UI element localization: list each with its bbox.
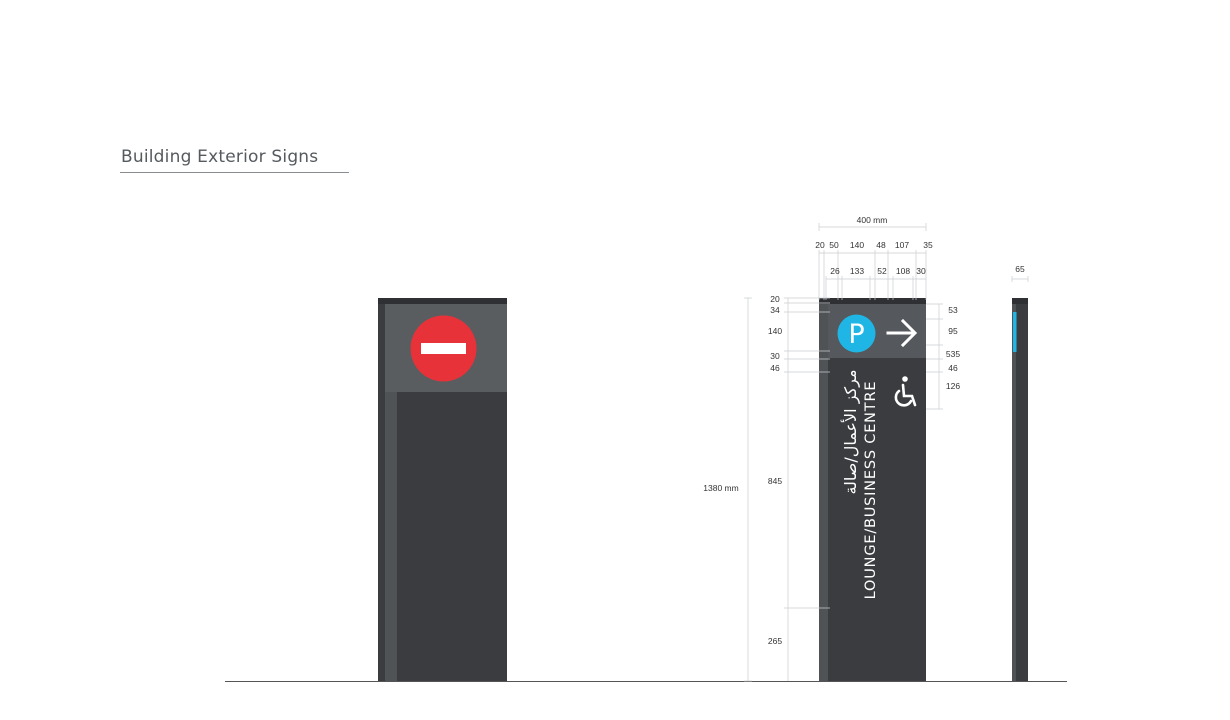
dim-right-2: 95: [948, 326, 958, 336]
dim-right-3: 535: [946, 349, 960, 359]
dim-second-4: 108: [896, 266, 910, 276]
no-entry-sign: [378, 298, 507, 681]
no-entry-icon: [410, 315, 477, 382]
dim-left-7: 265: [768, 636, 782, 646]
parking-letter: P: [848, 319, 864, 350]
sign-top-cap: [378, 298, 507, 304]
dim-right-4: 46: [948, 363, 958, 373]
dim-top-1: 20: [815, 240, 825, 250]
dim-right-1: 53: [948, 305, 958, 315]
sign-top-cap: [819, 298, 926, 304]
dim-left-2: 34: [770, 305, 780, 315]
dim-left-6: 845: [768, 476, 782, 486]
dim-height-total: 1380 mm: [703, 483, 738, 493]
dim-second-3: 52: [877, 266, 887, 276]
dim-top-4: 48: [876, 240, 886, 250]
parking-icon: P: [837, 314, 876, 353]
dim-left-5: 46: [770, 363, 780, 373]
directional-sign: P مركز الأعمال/صالة LOUNGE/BUSINESS CENT…: [819, 298, 926, 681]
dim-top-2: 50: [829, 240, 839, 250]
side-inner-edge: [1012, 304, 1016, 681]
dim-left-3: 140: [768, 326, 782, 336]
signage-drawing: P مركز الأعمال/صالة LOUNGE/BUSINESS CENT…: [225, 215, 1067, 682]
dim-top-3: 140: [850, 240, 864, 250]
dim-right-5: 126: [946, 381, 960, 391]
dim-second-1: 26: [830, 266, 840, 276]
dim-left-1: 20: [770, 294, 780, 304]
side-view-sign: [1012, 298, 1028, 681]
dim-second-5: 30: [916, 266, 926, 276]
side-top-cap: [1012, 298, 1028, 304]
dim-width-total: 400 mm: [857, 215, 888, 225]
dim-second-2: 133: [850, 266, 864, 276]
dim-side-depth: 65: [1015, 264, 1025, 274]
dim-left-4: 30: [770, 351, 780, 361]
dim-top-6: 35: [923, 240, 933, 250]
label-english: LOUNGE/BUSINESS CENTRE: [863, 381, 879, 600]
dim-top-5: 107: [895, 240, 909, 250]
label-arabic: مركز الأعمال/صالة: [840, 369, 861, 494]
sign-left-edge: [819, 304, 828, 681]
side-accent-strip: [1013, 312, 1017, 352]
